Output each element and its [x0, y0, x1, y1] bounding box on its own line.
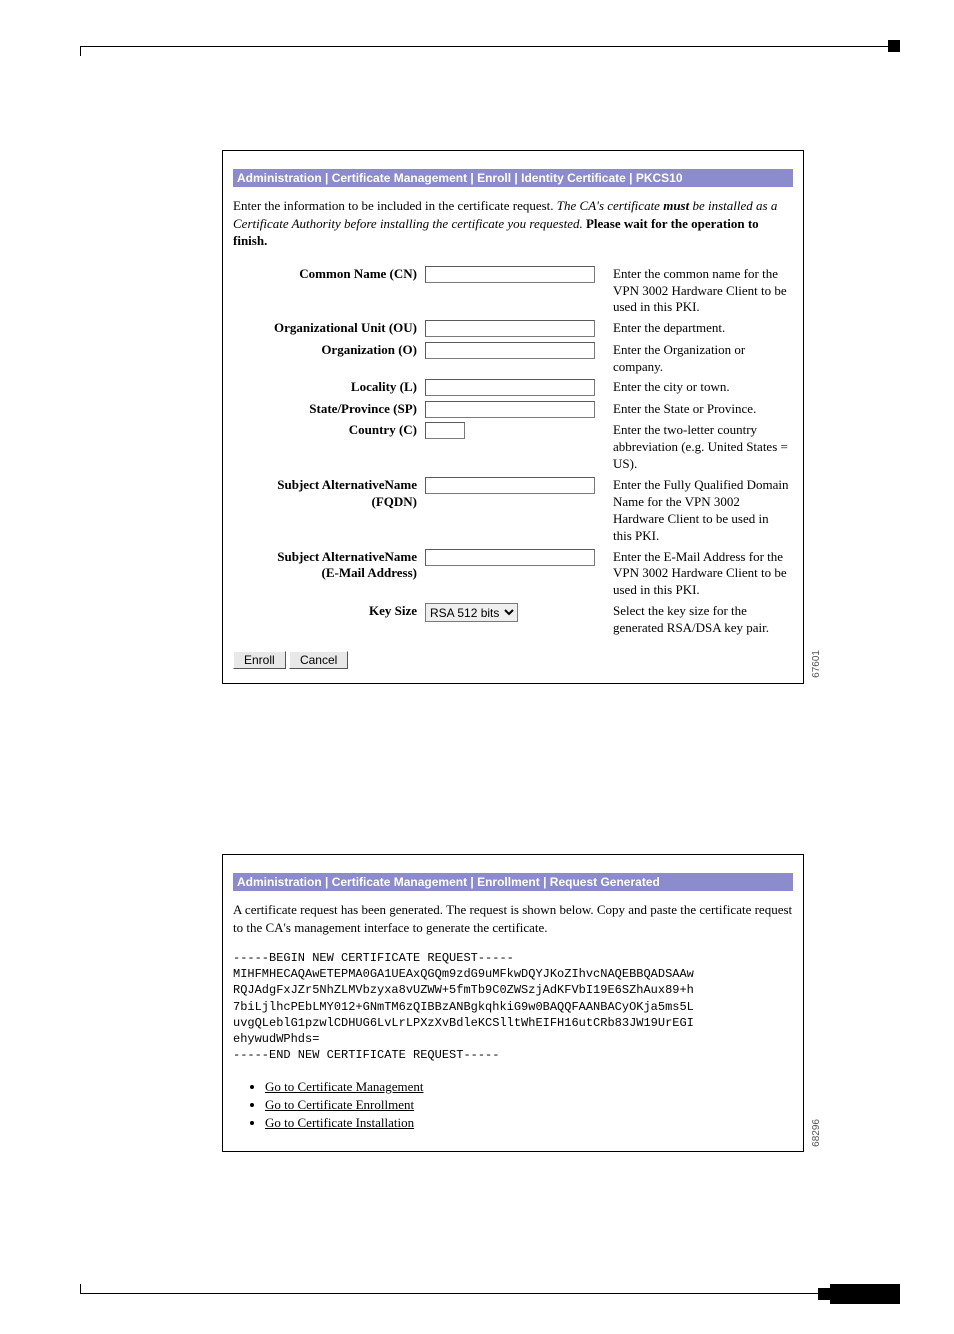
panel2-links: Go to Certificate Management Go to Certi…: [265, 1079, 793, 1131]
label-ou: Organizational Unit (OU): [233, 318, 421, 339]
enroll-panel: Administration | Certificate Management …: [222, 150, 804, 684]
panel1-side-id: 67601: [811, 650, 822, 678]
help-san-email: Enter the E-Mail Address for the VPN 300…: [609, 547, 793, 602]
help-l: Enter the city or town.: [609, 377, 793, 398]
label-keysize: Key Size: [233, 601, 421, 639]
bottom-rule: [80, 1272, 894, 1294]
input-san-fqdn[interactable]: [425, 477, 595, 494]
input-cn[interactable]: [425, 266, 595, 283]
top-rule: [80, 46, 894, 60]
enroll-button[interactable]: Enroll: [233, 651, 286, 669]
help-ou: Enter the department.: [609, 318, 793, 339]
help-san-fqdn: Enter the Fully Qualified Domain Name fo…: [609, 475, 793, 547]
label-cn: Common Name (CN): [233, 264, 421, 319]
help-o: Enter the Organization or company.: [609, 340, 793, 378]
link-cert-mgmt[interactable]: Go to Certificate Management: [265, 1079, 423, 1094]
panel1-intro: Enter the information to be included in …: [233, 197, 793, 250]
label-o: Organization (O): [233, 340, 421, 378]
enroll-form: Common Name (CN) Enter the common name f…: [233, 264, 793, 639]
panel2-title-bar: Administration | Certificate Management …: [233, 873, 793, 891]
input-sp[interactable]: [425, 401, 595, 418]
list-item: Go to Certificate Management: [265, 1079, 793, 1095]
help-sp: Enter the State or Province.: [609, 399, 793, 420]
label-c: Country (C): [233, 420, 421, 475]
panel1-title-bar: Administration | Certificate Management …: [233, 169, 793, 187]
panel2-side-id: 68296: [811, 1119, 822, 1147]
cancel-button[interactable]: Cancel: [289, 651, 348, 669]
select-keysize[interactable]: RSA 512 bits: [425, 603, 518, 622]
list-item: Go to Certificate Installation: [265, 1115, 793, 1131]
label-l: Locality (L): [233, 377, 421, 398]
label-san-email-2: (E-Mail Address): [322, 565, 417, 580]
input-l[interactable]: [425, 379, 595, 396]
request-generated-panel: Administration | Certificate Management …: [222, 854, 804, 1152]
intro-pre: Enter the information to be included in …: [233, 198, 557, 213]
input-ou[interactable]: [425, 320, 595, 337]
intro-must: must: [663, 198, 689, 213]
input-o[interactable]: [425, 342, 595, 359]
label-sp: State/Province (SP): [233, 399, 421, 420]
list-item: Go to Certificate Enrollment: [265, 1097, 793, 1113]
csr-text: -----BEGIN NEW CERTIFICATE REQUEST----- …: [233, 950, 793, 1063]
input-c[interactable]: [425, 422, 465, 439]
panel2-intro: A certificate request has been generated…: [233, 901, 793, 936]
help-c: Enter the two-letter country abbreviatio…: [609, 420, 793, 475]
label-san-fqdn-1: Subject AlternativeName: [277, 477, 417, 492]
label-san-fqdn-2: (FQDN): [372, 494, 418, 509]
link-cert-install[interactable]: Go to Certificate Installation: [265, 1115, 414, 1130]
intro-mid-a: The CA's certificate: [557, 198, 663, 213]
help-keysize: Select the key size for the generated RS…: [609, 601, 793, 639]
label-san-email-1: Subject AlternativeName: [277, 549, 417, 564]
input-san-email[interactable]: [425, 549, 595, 566]
link-cert-enroll[interactable]: Go to Certificate Enrollment: [265, 1097, 414, 1112]
help-cn: Enter the common name for the VPN 3002 H…: [609, 264, 793, 319]
